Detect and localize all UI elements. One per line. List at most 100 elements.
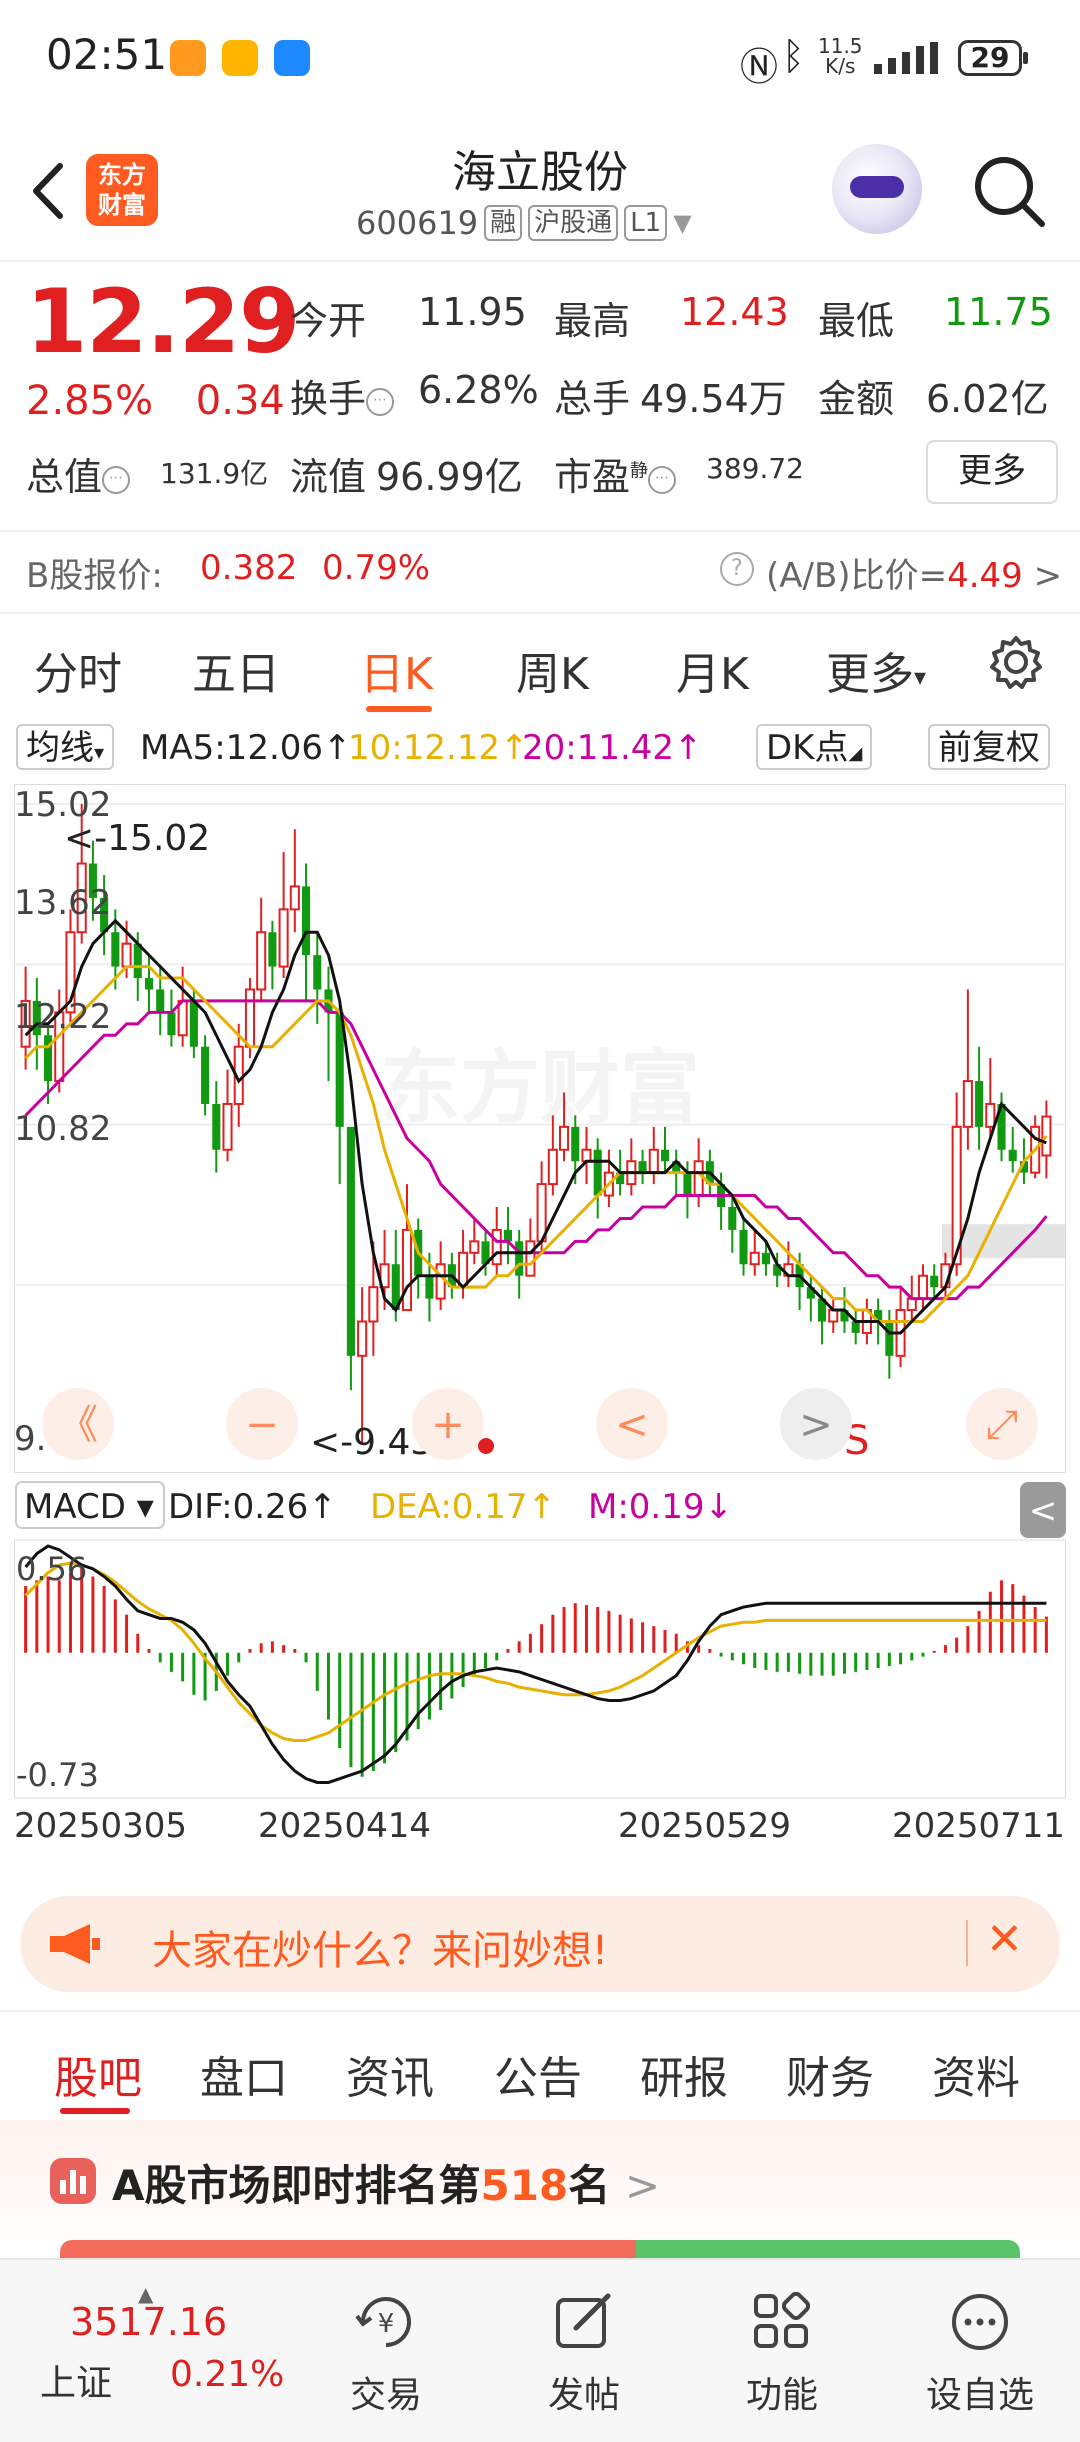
ai-assistant-avatar[interactable]: [832, 144, 922, 234]
date-label: 20250711: [892, 1806, 1066, 1846]
tab-guba[interactable]: 股吧: [54, 2042, 142, 2106]
bluetooth-icon: ᛒ: [782, 34, 805, 78]
candle-body: [693, 1160, 704, 1197]
tab-profile[interactable]: 资料: [932, 2042, 1020, 2106]
candle-body: [458, 1251, 469, 1289]
tab-intraday[interactable]: 分时: [34, 638, 122, 702]
prev-button[interactable]: <: [596, 1388, 668, 1460]
candle-body: [302, 886, 311, 956]
candle-body: [491, 1228, 502, 1266]
dk-point-button[interactable]: DK点◢: [756, 724, 873, 770]
nav-post-label: 发帖: [547, 2375, 620, 2416]
bar-chart-icon: [60, 2170, 86, 2194]
edit-icon: [556, 2293, 611, 2348]
zoom-in-button[interactable]: +: [412, 1388, 484, 1460]
nav-functions[interactable]: 功能: [712, 2290, 852, 2418]
gear-icon[interactable]: [988, 634, 1044, 690]
tab-five-day[interactable]: 五日: [192, 638, 280, 702]
high-value: 12.43: [680, 290, 789, 334]
candle-body: [425, 1275, 434, 1299]
tab-news[interactable]: 资讯: [346, 2042, 434, 2106]
candle-body: [515, 1241, 524, 1276]
float-value: 96.99亿: [376, 455, 523, 499]
level-tag: L1: [624, 205, 668, 241]
next-button[interactable]: >: [780, 1388, 852, 1460]
dk-point-label: DK点: [766, 728, 849, 768]
tab-research[interactable]: 研报: [640, 2042, 728, 2106]
info-icon[interactable]: ⋯: [102, 465, 131, 494]
candle-body: [581, 1148, 592, 1163]
status-time: 02:51: [46, 30, 168, 79]
close-icon[interactable]: ✕: [986, 1914, 1023, 1965]
candle-body: [930, 1275, 939, 1288]
index-quote[interactable]: ▲ 3517.16 上证 0.21%: [20, 2270, 300, 2420]
info-icon[interactable]: ⋯: [648, 465, 677, 494]
tab-pankou[interactable]: 盘口: [200, 2042, 288, 2106]
b-share-row[interactable]: B股报价: 0.382 0.79% ? (A/B)比价=4.49 >: [0, 530, 1080, 614]
low-value: 11.75: [944, 290, 1053, 334]
tab-weekly-k[interactable]: 周K: [516, 638, 589, 702]
m-value: M:0.19↓: [588, 1487, 733, 1527]
chevron-right-icon: >: [1033, 556, 1063, 596]
tab-monthly-k[interactable]: 月K: [676, 638, 749, 702]
yuan-cycle-icon: ¥: [355, 2297, 411, 2347]
chevron-left-icon: <: [1029, 1491, 1058, 1531]
turnover-label-text: 换手: [290, 377, 367, 421]
pe-label: 市盈静 ⋯: [554, 446, 677, 501]
y-axis-label: 13.62: [14, 883, 111, 923]
indicator-select[interactable]: 均线▾: [16, 724, 115, 770]
candle-body: [368, 1286, 379, 1323]
open-label: 今开: [290, 299, 367, 343]
candle-body: [177, 999, 188, 1037]
zoom-out-button[interactable]: −: [226, 1388, 298, 1460]
network-speed: 11.5 K/s: [818, 36, 863, 76]
help-icon[interactable]: ?: [720, 552, 754, 586]
candle-body: [189, 1000, 198, 1047]
dif-value: DIF:0.26↑: [168, 1487, 337, 1527]
candle-body: [133, 943, 142, 979]
tab-finance[interactable]: 财务: [786, 2042, 874, 2106]
kline-chart[interactable]: 东方财富15.0213.6212.2210.829.43<-15.02<-9.4…: [14, 784, 1066, 1474]
active-tab-underline: [366, 706, 432, 712]
ma20-value: 20:11.42↑: [522, 728, 703, 768]
caret-down-icon: ▾: [914, 663, 927, 691]
turnover-label: 换手 ⋯: [290, 368, 395, 423]
index-pct: 0.21%: [170, 2354, 285, 2395]
chevron-down-icon: ▼: [673, 209, 692, 237]
margin-tag: 融: [484, 205, 523, 241]
chevron-right-icon: >: [624, 2161, 661, 2210]
ask-ai-banner[interactable]: 大家在炒什么？来问妙想! ✕: [20, 1896, 1060, 1992]
net-speed-unit: K/s: [825, 54, 856, 78]
candle-body: [547, 1148, 558, 1186]
tab-announcements[interactable]: 公告: [494, 2042, 582, 2106]
pe-superscript: 静: [630, 460, 649, 482]
rewind-button[interactable]: 《: [42, 1388, 114, 1460]
nav-watchlist[interactable]: 设自选: [910, 2290, 1050, 2418]
macd-chart[interactable]: MACD ▾ DIF:0.26↑ DEA:0.17↑ M:0.19↓ <0.56 -0.7…: [14, 1480, 1066, 1800]
current-price: 12.29: [26, 270, 300, 373]
mail-notification-icon: [222, 40, 258, 76]
candle-body: [885, 1321, 894, 1356]
adjust-button[interactable]: 前复权: [928, 724, 1050, 770]
nav-post[interactable]: 发帖: [514, 2290, 654, 2418]
more-quote-button[interactable]: 更多: [926, 440, 1058, 504]
price-change-row: 2.85% 0.34: [26, 378, 285, 424]
expand-icon[interactable]: ⤢: [966, 1388, 1038, 1460]
tab-more[interactable]: 更多▾: [826, 638, 926, 702]
date-label: 20250414: [258, 1806, 432, 1846]
watermark: 东方财富: [380, 1041, 700, 1134]
rank-prefix: A股市场即时排名第: [112, 2161, 481, 2210]
candle-body: [571, 1126, 580, 1162]
rank-banner[interactable]: A股市场即时排名第518名 >: [0, 2120, 1080, 2260]
candle-body: [749, 1251, 760, 1266]
candle-body: [289, 885, 300, 911]
info-icon[interactable]: ⋯: [366, 387, 395, 416]
nfc-icon: Ⓝ: [740, 45, 779, 89]
stock-code-row[interactable]: 600619 融 沪股通 L1 ▼: [356, 204, 692, 242]
ab-ratio: (A/B)比价=4.49 >: [766, 548, 1062, 597]
svg-text:¥: ¥: [378, 2309, 395, 2339]
search-icon[interactable]: [972, 154, 1048, 230]
ab-ratio-label: (A/B)比价=: [766, 556, 948, 596]
tab-daily-k[interactable]: 日K: [360, 638, 433, 702]
nav-trade[interactable]: ¥ 交易: [316, 2290, 456, 2418]
